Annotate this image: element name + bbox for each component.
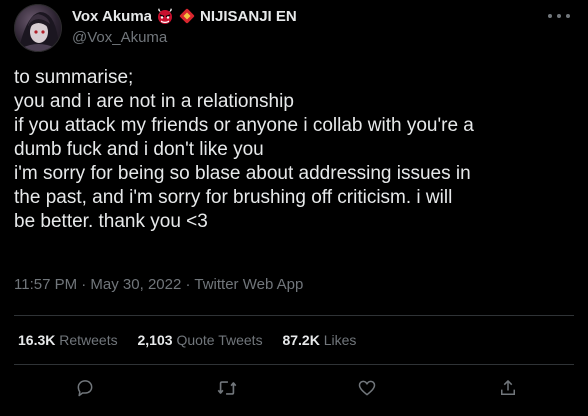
tweet-line: be better. thank you <3 [14, 211, 208, 232]
retweets-label: Retweets [59, 332, 118, 348]
tweet-timestamp[interactable]: 11:57 PM · May 30, 2022 · Twitter Web Ap… [14, 276, 303, 293]
divider [14, 364, 574, 365]
oni-mask-emoji [156, 7, 174, 25]
display-name-row[interactable]: Vox Akuma NIJISANJI EN [72, 6, 552, 26]
tweet-header: Vox Akuma NIJISANJI EN @Vox_Akuma [14, 4, 574, 52]
author-names: Vox Akuma NIJISANJI EN @Vox_Akuma [72, 6, 552, 48]
quote-tweets-count: 2,103 [137, 332, 173, 348]
retweets-count: 16.3K [18, 332, 56, 348]
quote-tweets-stat[interactable]: 2,103 Quote Tweets [138, 332, 263, 348]
likes-stat[interactable]: 87.2K Likes [282, 332, 356, 348]
share-icon[interactable] [496, 376, 520, 400]
divider [14, 315, 574, 316]
author-handle[interactable]: @Vox_Akuma [72, 28, 552, 48]
quote-tweets-label: Quote Tweets [176, 332, 263, 348]
tweet-line: the past, and i'm sorry for brushing off… [14, 187, 453, 208]
retweet-icon[interactable] [215, 376, 239, 400]
tweet-line: dumb fuck and i don't like you [14, 139, 264, 160]
tweet-line: i'm sorry for being so blase about addre… [14, 163, 471, 184]
tweet: Vox Akuma NIJISANJI EN @Vox_Akuma to sum… [0, 0, 588, 416]
tweet-text: to summarise; you and i are not in a rel… [14, 66, 580, 234]
reply-icon[interactable] [73, 376, 97, 400]
display-name[interactable]: Vox Akuma [72, 8, 152, 25]
engagement-stats: 16.3K Retweets 2,103 Quote Tweets 87.2K … [18, 332, 372, 348]
avatar[interactable] [14, 4, 62, 52]
likes-label: Likes [323, 332, 357, 348]
tweet-line: you and i are not in a relationship [14, 91, 294, 112]
likes-count: 87.2K [282, 332, 320, 348]
retweets-stat[interactable]: 16.3K Retweets [18, 332, 118, 348]
action-bar [0, 376, 588, 400]
like-icon[interactable] [355, 376, 379, 400]
more-options-icon[interactable] [548, 10, 570, 22]
tweet-line: to summarise; [14, 67, 134, 88]
org-name: NIJISANJI EN [200, 7, 297, 25]
tweet-line: if you attack my friends or anyone i col… [14, 115, 474, 136]
red-diamond-emoji [178, 7, 196, 25]
